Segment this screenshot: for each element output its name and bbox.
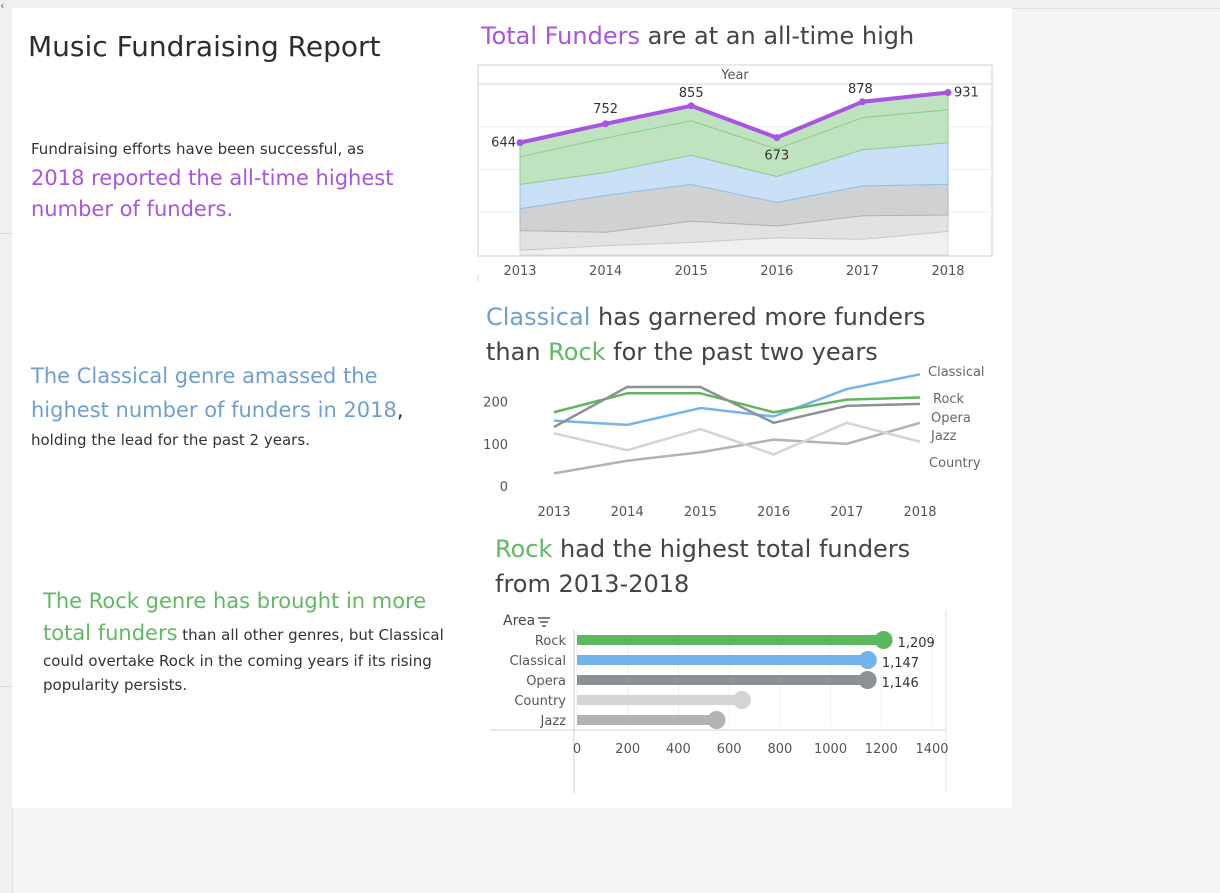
total-label-2014: 752 — [593, 102, 618, 117]
chart3-title: Rock had the highest total funders from … — [495, 532, 915, 602]
y-tick-0: 0 — [500, 480, 508, 495]
x-tick-1000: 1000 — [814, 742, 847, 757]
legend-label-opera: Opera — [931, 411, 971, 426]
category-label-opera: Opera — [526, 674, 566, 689]
column-header: Year — [720, 68, 749, 83]
bar-country — [577, 695, 742, 705]
x-tick-2015: 2015 — [675, 264, 708, 279]
x-tick-2014: 2014 — [589, 264, 622, 279]
total-label-2015: 855 — [679, 86, 704, 101]
genre-total-bar-chart: Area 0 200 400 600 800 1000 1200 1400 Rock 1,209 Cl… — [490, 610, 949, 793]
total-label-2017: 878 — [848, 82, 873, 97]
x-tick-2017: 2017 — [846, 264, 879, 279]
chart1-title-rest: are at an all-time high — [639, 22, 915, 50]
x-tick-2015: 2015 — [684, 505, 717, 520]
chart1-title-accent: Total Funders — [481, 22, 640, 50]
value-label-rock: 1,209 — [898, 636, 935, 651]
note-highlight: The Rock genre has brought in more — [43, 589, 427, 613]
bar-end-country — [732, 691, 751, 709]
bar-end-rock — [874, 631, 893, 649]
bar-jazz — [577, 715, 717, 725]
axis-header: Area — [503, 613, 535, 629]
x-tick-2016: 2016 — [760, 264, 793, 279]
genre-funders-line-chart: 200 100 0 2013 2014 2015 2016 2017 2018 Classical… — [483, 365, 985, 520]
chart3-title-accent: Rock — [495, 535, 553, 563]
total-point-2014 — [602, 120, 610, 128]
total-point-2013 — [516, 139, 524, 147]
legend-label-country: Country — [929, 456, 981, 471]
x-tick-800: 800 — [767, 742, 792, 757]
bar-end-jazz — [707, 711, 726, 729]
total-label-2013: 644 — [491, 136, 516, 151]
x-tick-600: 600 — [717, 742, 742, 757]
note-total-funders: Fundraising efforts have been successful… — [31, 137, 431, 225]
total-point-2016 — [773, 134, 781, 142]
value-label-opera: 1,146 — [882, 676, 919, 691]
collapse-chevron-icon[interactable]: ‹ — [0, 0, 4, 11]
chart3-title-rest: had the highest total funders from 2013-… — [495, 535, 911, 598]
x-tick-400: 400 — [666, 742, 691, 757]
x-tick-1400: 1400 — [915, 742, 948, 757]
bar-end-classical — [858, 651, 877, 669]
gutter-divider — [0, 686, 11, 687]
category-label-classical: Classical — [509, 654, 566, 669]
x-tick-2018: 2018 — [931, 264, 964, 279]
x-tick-2016: 2016 — [757, 505, 790, 520]
note-comma: , — [396, 398, 404, 422]
line-opera — [553, 385, 921, 429]
page-title: Music Fundraising Report — [28, 30, 381, 63]
x-tick-2014: 2014 — [611, 505, 644, 520]
x-tick-200: 200 — [615, 742, 640, 757]
total-label-2018: 931 — [954, 86, 979, 101]
note-highlight: 2018 reported the all-time highest numbe… — [31, 166, 394, 221]
total-label-2016: 673 — [764, 149, 789, 164]
x-tick-2017: 2017 — [830, 505, 863, 520]
line-jazz — [553, 421, 921, 475]
category-label-jazz: Jazz — [540, 714, 567, 729]
note-rock: The Rock genre has brought in more total… — [43, 585, 473, 697]
note-classical: The Classical genre amassed the highest … — [31, 360, 431, 452]
note-highlight: The Classical genre amassed the highest … — [31, 364, 397, 422]
legend-label-rock: Rock — [933, 392, 965, 407]
note-plain: Fundraising efforts have been successful… — [31, 140, 365, 158]
value-label-classical: 1,147 — [882, 656, 919, 671]
bar-classical — [577, 655, 868, 665]
x-tick-2013: 2013 — [537, 505, 570, 520]
bar-opera — [577, 675, 868, 685]
chart2-title-accent: Classical — [486, 303, 591, 331]
category-label-rock: Rock — [535, 634, 567, 649]
x-tick-1200: 1200 — [865, 742, 898, 757]
bar-end-opera — [858, 671, 877, 689]
chart1-title: Total Funders are at an all-time high — [481, 22, 914, 50]
bar-rock — [577, 635, 884, 645]
total-point-2015 — [687, 102, 695, 110]
gutter-divider — [0, 233, 11, 234]
y-tick-200: 200 — [483, 396, 508, 411]
x-tick-2018: 2018 — [903, 505, 936, 520]
note-highlight: total funders — [43, 621, 178, 645]
total-point-2018 — [944, 89, 952, 97]
y-tick-100: 100 — [483, 438, 508, 453]
legend-label-jazz: Jazz — [930, 429, 957, 444]
x-tick-2013: 2013 — [503, 264, 536, 279]
note-plain: holding the lead for the past 2 years. — [31, 431, 310, 449]
legend-label-classical: Classical — [928, 365, 985, 380]
category-label-country: Country — [514, 694, 566, 709]
total-point-2017 — [858, 98, 866, 106]
x-tick-0: 0 — [573, 742, 581, 757]
total-funders-area-chart: Year 644 752 855 673 878 931 2013 2014 2015 2016 20… — [477, 64, 993, 281]
